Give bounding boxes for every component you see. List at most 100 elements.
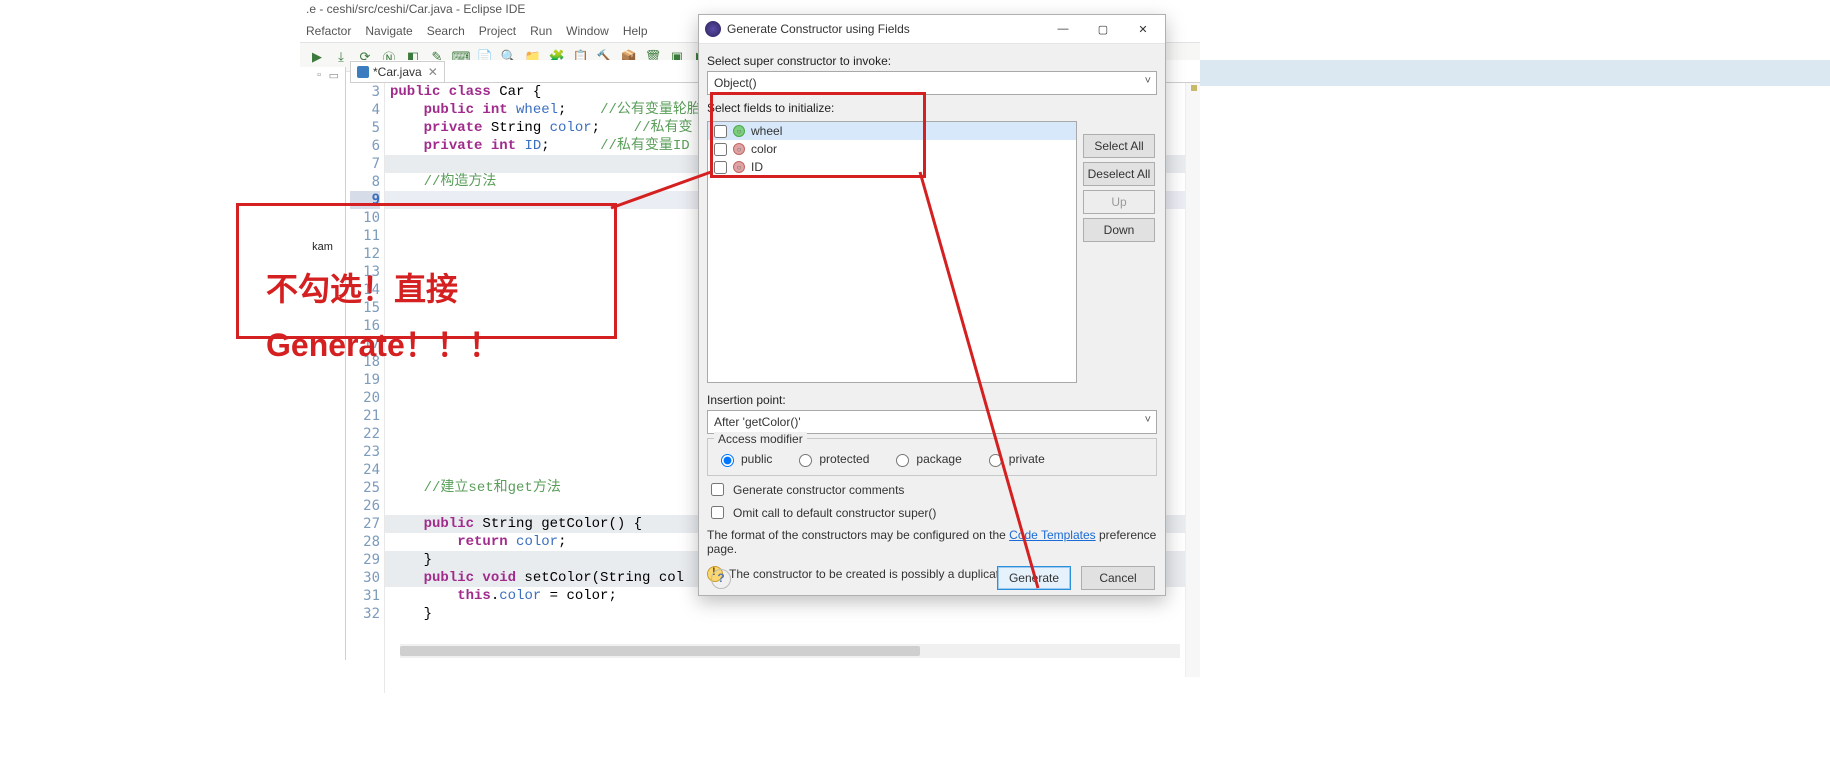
- field-name: color: [751, 142, 777, 156]
- fields-list[interactable]: ○ wheel ○ color ○ID: [707, 121, 1077, 383]
- line-number: 5: [350, 119, 380, 137]
- close-tab-icon[interactable]: ✕: [428, 65, 438, 79]
- super-constructor-value: Object(): [714, 76, 757, 90]
- line-number: 7: [350, 155, 380, 173]
- horizontal-scrollbar[interactable]: [400, 644, 1180, 658]
- line-number: 13: [350, 263, 380, 281]
- line-number: 27: [350, 515, 380, 533]
- super-constructor-combo[interactable]: Object(): [707, 71, 1157, 95]
- line-number: 20: [350, 389, 380, 407]
- generate-constructor-dialog: Generate Constructor using Fields — ▢ ✕ …: [698, 14, 1166, 596]
- generate-comments-label: Generate constructor comments: [733, 483, 904, 497]
- warning-text: The constructor to be created is possibl…: [729, 567, 1006, 581]
- dialog-titlebar[interactable]: Generate Constructor using Fields — ▢ ✕: [699, 15, 1165, 44]
- sidestrip-text: kam: [300, 241, 345, 253]
- overview-ruler[interactable]: [1185, 83, 1200, 677]
- line-number: 4: [350, 101, 380, 119]
- field-checkbox[interactable]: [714, 143, 727, 156]
- line-number: 15: [350, 299, 380, 317]
- field-name: ID: [751, 160, 763, 174]
- maximize-button[interactable]: ▢: [1083, 16, 1123, 42]
- menu-search[interactable]: Search: [427, 24, 465, 38]
- field-row-wheel[interactable]: ○ wheel: [708, 122, 1076, 140]
- generate-comments-input[interactable]: [711, 483, 724, 496]
- line-number: 26: [350, 497, 380, 515]
- field-visibility-icon: ○: [733, 143, 745, 155]
- field-row-id[interactable]: ○ID: [708, 158, 1076, 176]
- access-modifier-radio[interactable]: [721, 454, 734, 467]
- access-modifier-package[interactable]: package: [891, 451, 961, 467]
- line-number: 12: [350, 245, 380, 263]
- editor-tab-label: *Car.java: [373, 65, 422, 79]
- line-number: 29: [350, 551, 380, 569]
- omit-super-checkbox[interactable]: Omit call to default constructor super(): [707, 503, 1157, 522]
- access-modifier-protected[interactable]: protected: [794, 451, 869, 467]
- menu-project[interactable]: Project: [479, 24, 516, 38]
- field-checkbox[interactable]: [714, 161, 727, 174]
- toolbar-icon-0[interactable]: ▶: [308, 48, 326, 66]
- select-all-button[interactable]: Select All: [1083, 134, 1155, 158]
- scrollbar-thumb[interactable]: [400, 646, 920, 656]
- line-number: 14: [350, 281, 380, 299]
- ruler-mark: [1191, 85, 1197, 91]
- line-number: 30: [350, 569, 380, 587]
- move-up-button[interactable]: Up: [1083, 190, 1155, 214]
- minimize-view-icon[interactable]: ▭: [329, 69, 339, 82]
- field-checkbox[interactable]: [714, 125, 727, 138]
- line-number: 28: [350, 533, 380, 551]
- omit-super-input[interactable]: [711, 506, 724, 519]
- access-modifier-radio[interactable]: [799, 454, 812, 467]
- access-modifier-radio[interactable]: [989, 454, 1002, 467]
- field-visibility-icon: ○: [733, 125, 745, 137]
- line-number: 3: [350, 83, 380, 101]
- line-number: 32: [350, 605, 380, 623]
- line-number: 11: [350, 227, 380, 245]
- select-super-label: Select super constructor to invoke:: [707, 54, 1157, 68]
- insertion-point-label: Insertion point:: [707, 393, 1157, 407]
- access-modifier-label: private: [1009, 452, 1045, 466]
- eclipse-sidestrip: ▭ ▫ kam: [300, 67, 346, 660]
- access-modifier-label: protected: [819, 452, 869, 466]
- field-name: wheel: [751, 124, 782, 138]
- minimize-button[interactable]: —: [1043, 16, 1083, 42]
- line-number: 18: [350, 353, 380, 371]
- line-number: 16: [350, 317, 380, 335]
- menu-run[interactable]: Run: [530, 24, 552, 38]
- templates-note: The format of the constructors may be co…: [707, 528, 1157, 556]
- line-number: 22: [350, 425, 380, 443]
- menu-help[interactable]: Help: [623, 24, 648, 38]
- line-number: 23: [350, 443, 380, 461]
- editor-tab-car-java[interactable]: *Car.java ✕: [350, 61, 445, 83]
- access-modifier-label: public: [741, 452, 772, 466]
- access-modifier-public[interactable]: public: [716, 451, 772, 467]
- line-number: 24: [350, 461, 380, 479]
- move-down-button[interactable]: Down: [1083, 218, 1155, 242]
- access-modifier-label: package: [916, 452, 961, 466]
- access-modifier-private[interactable]: private: [984, 451, 1045, 467]
- code-line[interactable]: }: [386, 605, 1200, 623]
- generate-button[interactable]: Generate: [997, 566, 1071, 590]
- deselect-all-button[interactable]: Deselect All: [1083, 162, 1155, 186]
- menu-window[interactable]: Window: [566, 24, 609, 38]
- line-number-gutter: 3456789101112131415161718192021222324252…: [350, 83, 385, 693]
- line-number: 9: [350, 191, 380, 209]
- close-button[interactable]: ✕: [1123, 16, 1163, 42]
- menu-navigate[interactable]: Navigate: [365, 24, 412, 38]
- java-file-icon: [357, 66, 369, 78]
- insertion-point-combo[interactable]: After 'getColor()': [707, 410, 1157, 434]
- restore-view-icon[interactable]: ▫: [317, 69, 321, 81]
- menu-refactor[interactable]: Refactor: [306, 24, 351, 38]
- access-modifier-group: Access modifier publicprotectedpackagepr…: [707, 438, 1157, 476]
- help-icon[interactable]: ?: [711, 569, 731, 589]
- access-modifier-radio[interactable]: [896, 454, 909, 467]
- field-side-buttons: Select All Deselect All Up Down: [1083, 134, 1155, 242]
- field-row-color[interactable]: ○ color: [708, 140, 1076, 158]
- toolbar-icon-1[interactable]: ⤓: [332, 48, 350, 66]
- insertion-point-value: After 'getColor()': [714, 415, 801, 429]
- generate-comments-checkbox[interactable]: Generate constructor comments: [707, 480, 1157, 499]
- code-templates-link[interactable]: Code Templates: [1009, 528, 1096, 542]
- cancel-button[interactable]: Cancel: [1081, 566, 1155, 590]
- line-number: 6: [350, 137, 380, 155]
- left-blank-area: [0, 0, 300, 780]
- line-number: 8: [350, 173, 380, 191]
